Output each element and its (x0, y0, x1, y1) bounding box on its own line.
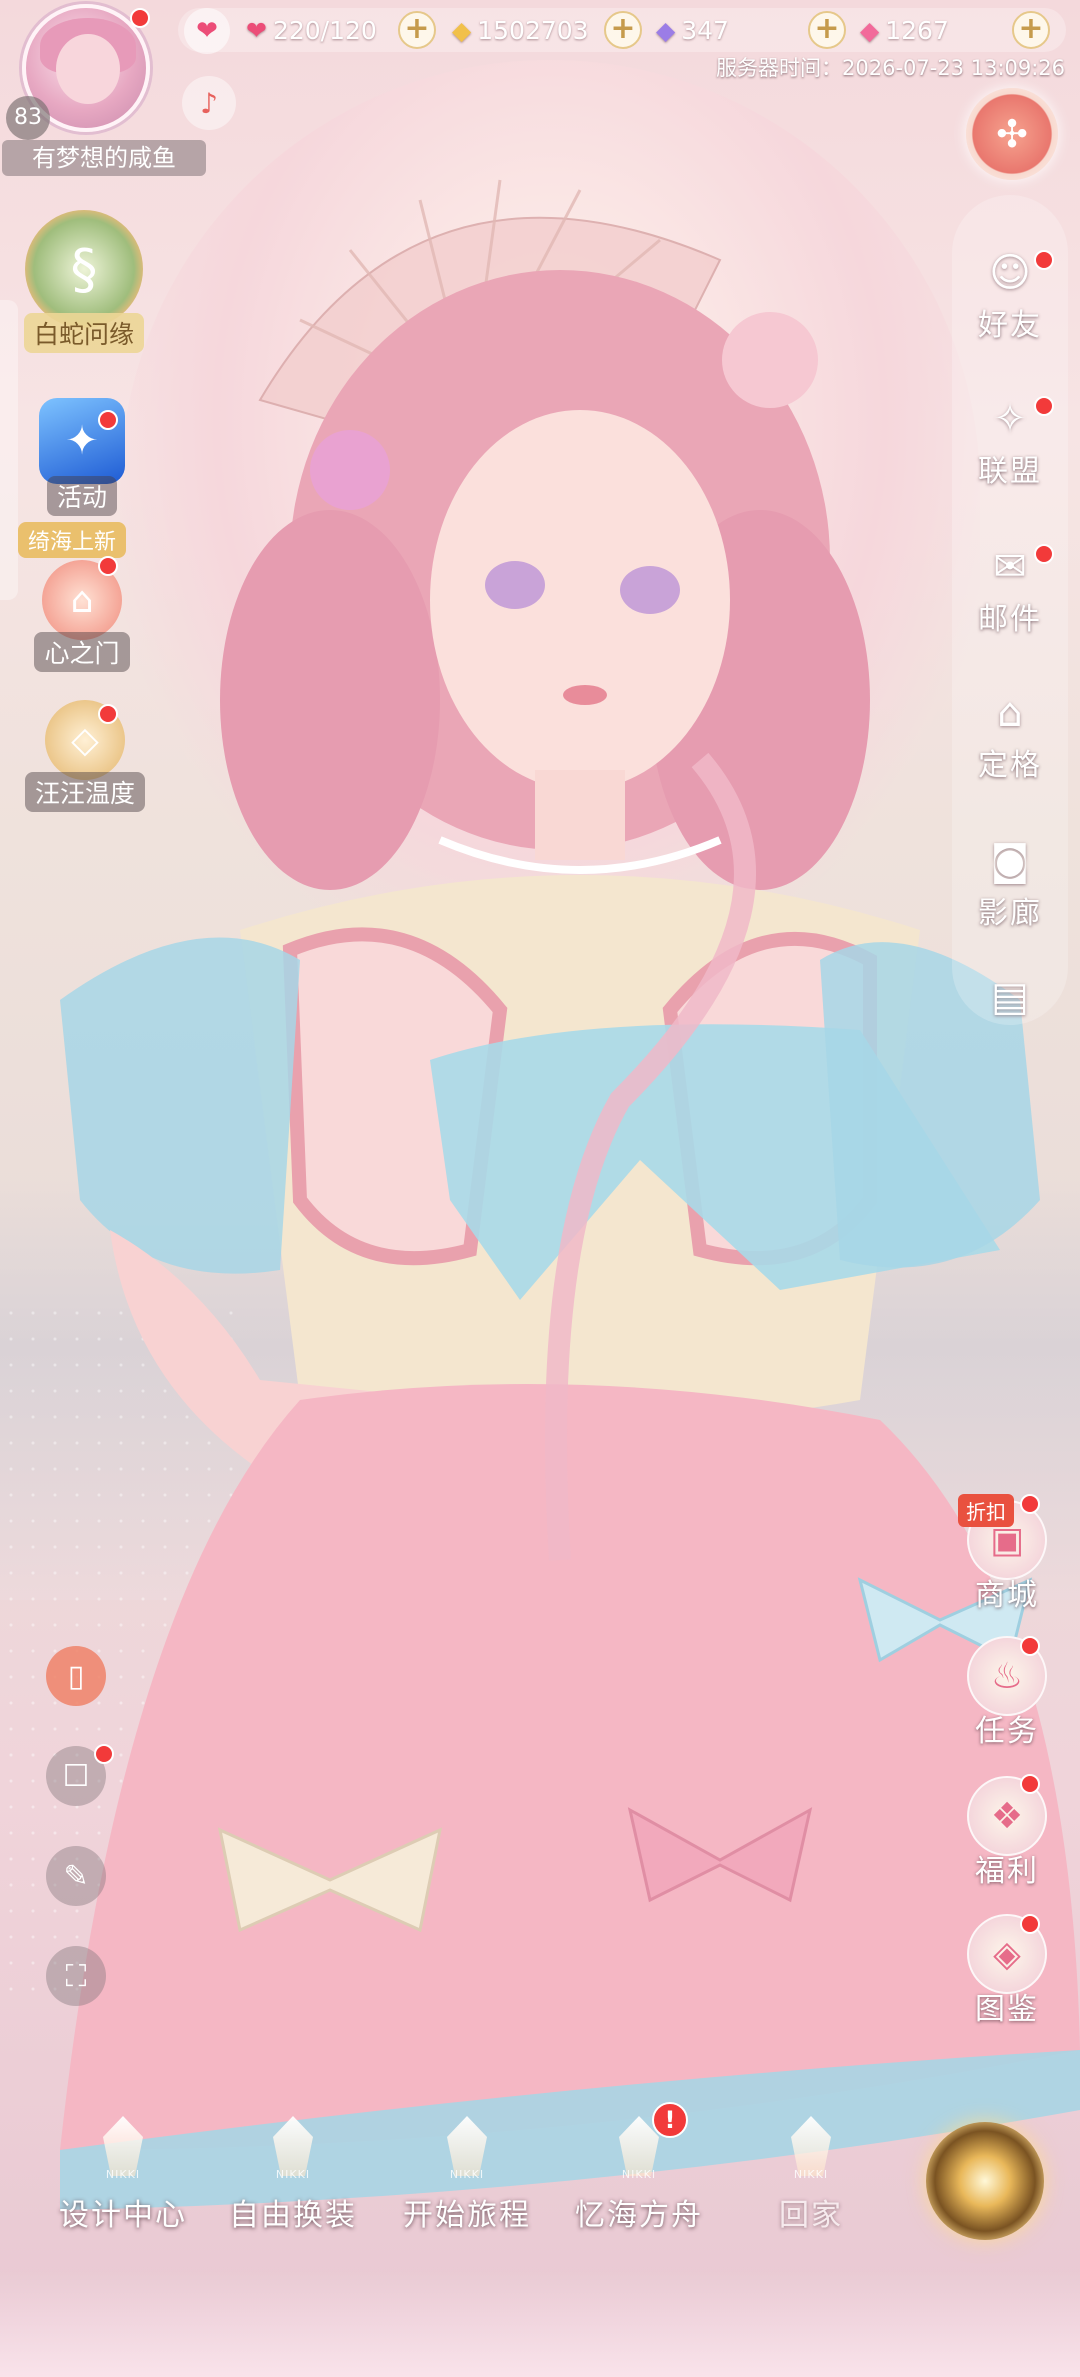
crystal-display: ◆ 1267 (860, 10, 949, 50)
mail-label: 邮件 (978, 602, 1042, 637)
nav-home[interactable]: NIKKI 回家 (736, 2110, 886, 2234)
wangwang-red-dot (98, 704, 118, 724)
crystal-icon: NIKKI (88, 2110, 158, 2190)
nav-crystal-caption: NIKKI (275, 2168, 311, 2181)
tasks-label: 任务 (975, 1714, 1039, 1749)
album-red-dot (94, 1744, 114, 1764)
character-illustration (60, 179, 1080, 2210)
shop-label: 商城 (975, 1578, 1039, 1613)
pink-crystal-icon: ◆ (860, 15, 880, 45)
nav-design-center[interactable]: NIKKI 设计中心 (48, 2110, 198, 2234)
event-banner-button[interactable]: § 白蛇问缘 (14, 210, 154, 353)
avatar-red-dot (130, 8, 150, 28)
wangwang-button[interactable]: ◇ 汪汪温度 (10, 700, 160, 812)
heart-icon[interactable]: ❤ (184, 8, 230, 54)
nav-crystal-caption: NIKKI (793, 2168, 829, 2181)
alliance-red-dot (1034, 396, 1054, 416)
add-gold-button[interactable]: + (604, 11, 642, 49)
tasks-button[interactable]: ♨ 任务 (952, 1636, 1062, 1750)
golden-orb-button[interactable] (926, 2122, 1044, 2240)
stamina-heart-icon: ❤ (246, 15, 267, 45)
atlas-button[interactable]: ◈ 图鉴 (952, 1914, 1062, 2028)
compass-icon[interactable]: ✣ (966, 88, 1058, 180)
nav-home-label: 回家 (779, 2198, 843, 2233)
server-time: 服务器时间：2026-07-23 13:09:26 (716, 56, 1066, 80)
save-icon: ▤ (991, 974, 1029, 1020)
diamond-value: 347 (681, 15, 729, 45)
gold-coin-icon: ◆ (452, 15, 472, 45)
nav-memory-ark[interactable]: NIKKI 忆海方舟 (564, 2110, 714, 2234)
photo-mode-label: 定格 (978, 748, 1042, 783)
music-note-icon[interactable]: ♪ (182, 76, 236, 130)
player-level: 83 (6, 96, 50, 140)
nav-free-dressup-label: 自由换装 (229, 2198, 357, 2233)
home-frame-icon: ⌂ (997, 690, 1023, 736)
heart-gate-label: 心之门 (34, 632, 130, 672)
mail-icon: ✉ (993, 544, 1027, 590)
camera-icon: ◙ (990, 838, 1030, 884)
activity-red-dot (98, 410, 118, 430)
gallery-button[interactable]: ◙ 影廊 (952, 834, 1068, 932)
avatar-face (56, 34, 120, 104)
nav-crystal-caption: NIKKI (105, 2168, 141, 2181)
heart-gate-red-dot (98, 556, 118, 576)
stamina-value: 220/120 (272, 15, 377, 45)
welfare-button[interactable]: ❖ 福利 (952, 1776, 1062, 1890)
player-nickname[interactable]: 有梦想的咸鱼 (2, 140, 206, 176)
alliance-icon: ✧ (993, 396, 1027, 442)
heart-gate-button[interactable]: ⌂ 心之门 (22, 560, 142, 672)
photo-mode-button[interactable]: ⌂ 定格 (952, 686, 1068, 784)
nav-free-dressup[interactable]: NIKKI 自由换装 (218, 2110, 368, 2234)
activity-label: 活动 (46, 476, 117, 516)
stamina-display: ❤ 220/120 (246, 10, 377, 50)
add-stamina-button[interactable]: + (398, 11, 436, 49)
nav-crystal-caption: NIKKI (621, 2168, 657, 2181)
friends-red-dot (1034, 250, 1054, 270)
nav-start-journey-label: 开始旅程 (403, 2198, 531, 2233)
add-diamond-button[interactable]: + (808, 11, 846, 49)
welfare-red-dot (1020, 1774, 1040, 1794)
white-snake-icon: § (25, 210, 143, 328)
phone-icon[interactable]: ▯ (46, 1646, 106, 1706)
diamond-display: ◆ 347 (656, 10, 729, 50)
character-model[interactable] (0, 0, 1080, 2377)
fullscreen-icon[interactable]: ⛶ (46, 1946, 106, 2006)
nav-crystal-caption: NIKKI (449, 2168, 485, 2181)
bottom-nav: NIKKI 设计中心 NIKKI 自由换装 NIKKI 开始旅程 NIKKI 忆… (0, 2110, 1080, 2260)
nav-design-center-label: 设计中心 (59, 2198, 187, 2233)
more-button[interactable]: ▤ (952, 970, 1068, 1024)
gallery-label: 影廊 (978, 896, 1042, 931)
crystal-icon: NIKKI (258, 2110, 328, 2190)
chat-icon[interactable]: ✎ (46, 1846, 106, 1906)
welfare-label: 福利 (975, 1854, 1039, 1889)
friends-icon: ☺ (989, 250, 1031, 296)
activity-button[interactable]: ✦ 活动 (22, 398, 142, 516)
event-banner-label: 白蛇问缘 (23, 313, 144, 353)
atlas-red-dot (1020, 1914, 1040, 1934)
nav-start-journey[interactable]: NIKKI 开始旅程 (392, 2110, 542, 2234)
add-crystal-button[interactable]: + (1012, 11, 1050, 49)
wangwang-label: 汪汪温度 (24, 772, 145, 812)
tasks-red-dot (1020, 1636, 1040, 1656)
crystal-value: 1267 (885, 15, 949, 45)
diamond-icon: ◆ (656, 15, 676, 45)
nav-memory-ark-label: 忆海方舟 (575, 2198, 703, 2233)
alliance-label: 联盟 (978, 454, 1042, 489)
crystal-icon: NIKKI (432, 2110, 502, 2190)
shop-red-dot (1020, 1494, 1040, 1514)
gold-value: 1502703 (477, 15, 589, 45)
atlas-label: 图鉴 (975, 1992, 1039, 2027)
mail-red-dot (1034, 544, 1054, 564)
activity-new-tag: 绮海上新 (18, 522, 127, 558)
friends-label: 好友 (978, 308, 1042, 343)
crystal-icon: NIKKI (776, 2110, 846, 2190)
bottom-strip (0, 2270, 1080, 2377)
sale-tag: 折扣 (958, 1494, 1014, 1527)
memory-ark-alert-badge: ! (652, 2102, 688, 2138)
gold-display: ◆ 1502703 (452, 10, 589, 50)
